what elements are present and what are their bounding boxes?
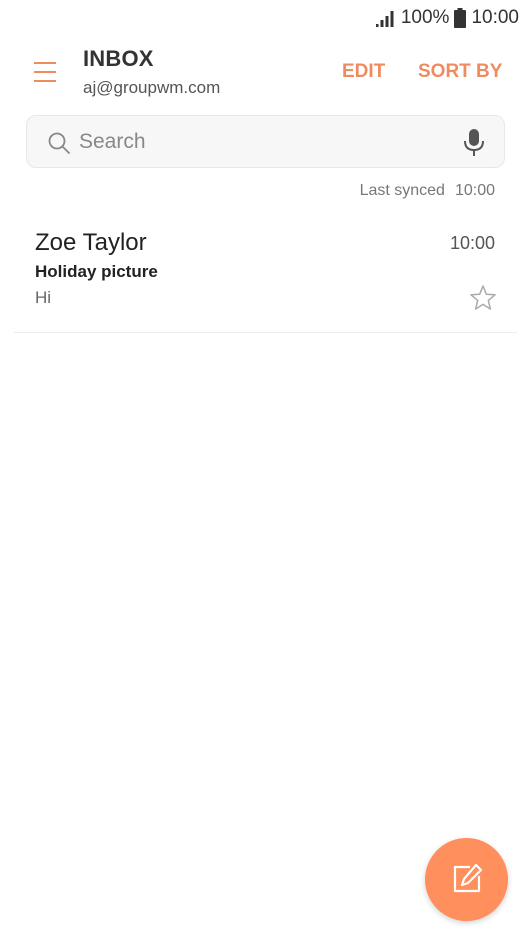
sort-by-button[interactable]: SORT BY — [418, 61, 502, 83]
search-icon — [48, 132, 70, 154]
last-synced: Last synced 10:00 — [360, 182, 495, 200]
microphone-icon[interactable] — [462, 128, 486, 158]
email-list-item[interactable]: Zoe Taylor 10:00 Holiday picture Hi — [14, 216, 517, 333]
search-bar[interactable] — [26, 115, 505, 168]
app-header: INBOX aj@groupwm.com EDIT SORT BY — [0, 36, 531, 108]
email-sender: Zoe Taylor — [35, 229, 147, 256]
last-synced-time: 10:00 — [454, 182, 495, 199]
status-time: 10:00 — [471, 7, 519, 28]
signal-icon — [375, 9, 396, 27]
battery-percentage: 100% — [400, 7, 450, 28]
email-preview: Hi — [35, 288, 52, 307]
email-subject: Holiday picture — [35, 262, 158, 281]
star-icon[interactable] — [469, 284, 497, 312]
account-email: aj@groupwm.com — [83, 78, 221, 97]
email-time: 10:00 — [449, 233, 495, 253]
edit-button[interactable]: EDIT — [342, 61, 385, 83]
battery-icon — [454, 8, 467, 28]
status-bar: 100% 10:00 — [0, 0, 531, 36]
compose-button[interactable] — [425, 838, 508, 921]
title-block: INBOX aj@groupwm.com — [83, 46, 220, 98]
search-input[interactable] — [79, 125, 449, 159]
hamburger-menu-icon[interactable] — [28, 56, 62, 88]
status-indicators: 100% 10:00 — [375, 7, 519, 29]
compose-icon — [453, 863, 483, 893]
page-title: INBOX — [83, 46, 154, 71]
last-synced-label: Last synced — [359, 182, 445, 199]
